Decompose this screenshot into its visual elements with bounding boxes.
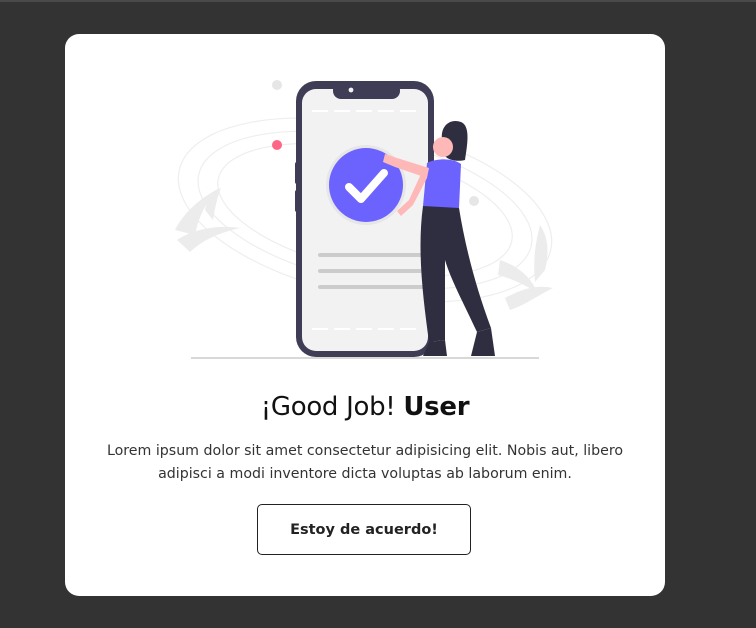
leaf-left-icon — [175, 188, 240, 252]
decor-dot — [272, 80, 282, 90]
leaf-right-icon — [498, 225, 553, 310]
success-dialog: ¡Good Job! User Lorem ipsum dolor sit am… — [65, 34, 665, 596]
dialog-description: Lorem ipsum dolor sit amet consectetur a… — [106, 443, 624, 482]
success-illustration — [175, 80, 553, 359]
title-username: User — [403, 392, 470, 422]
decor-dot — [469, 196, 479, 206]
top-border — [0, 0, 756, 2]
decor-dot-pink — [272, 140, 282, 150]
title-greeting: ¡Good Job! — [260, 392, 396, 422]
agree-button[interactable]: Estoy de acuerdo! — [257, 504, 471, 555]
dialog-title: ¡Good Job! User — [65, 392, 665, 422]
